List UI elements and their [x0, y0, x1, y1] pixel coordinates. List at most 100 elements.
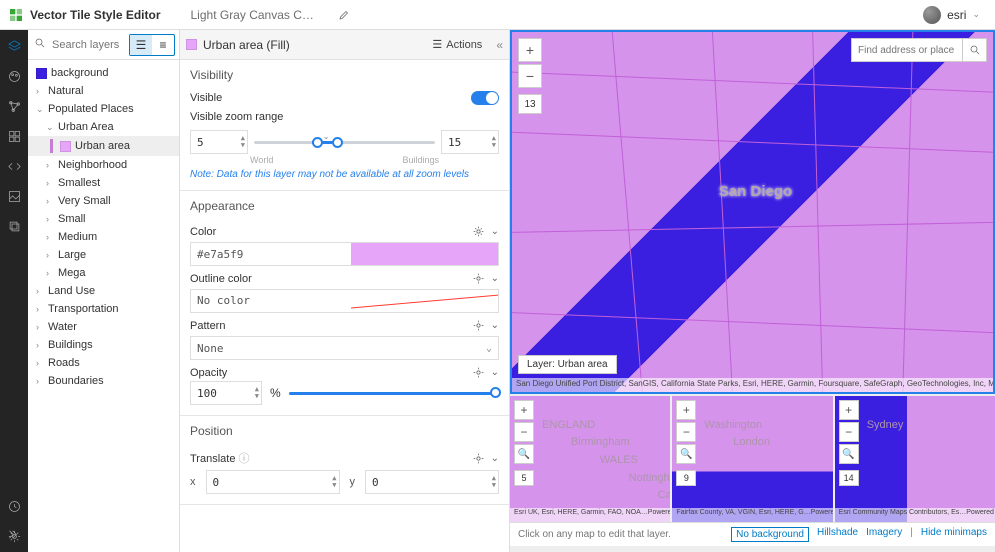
translate-x-input[interactable]: 0▲▼ [206, 470, 340, 494]
zoom-out-button[interactable]: − [518, 64, 542, 88]
layer-item[interactable]: ›Transportation [28, 300, 179, 318]
minimap[interactable]: +−🔍9WashingtonLondonFairfax County, VA, … [672, 396, 832, 522]
layer-item[interactable]: ⌄Urban Area [28, 118, 179, 136]
minimap[interactable]: +−🔍5ENGLANDBirminghamWALESNottinghamCard… [510, 396, 670, 522]
zoom-max-input[interactable]: 15▲▼ [441, 130, 499, 154]
translate-y-input[interactable]: 0▲▼ [365, 470, 499, 494]
search-icon[interactable]: 🔍 [676, 444, 696, 464]
rail-image-icon[interactable] [6, 188, 22, 204]
gear-icon[interactable] [472, 319, 485, 332]
zoom-thumb-min[interactable] [312, 137, 323, 148]
search-icon[interactable]: 🔍 [839, 444, 859, 464]
zoom-in-button[interactable]: + [514, 400, 534, 420]
gear-icon[interactable] [472, 272, 485, 285]
map-search [851, 38, 987, 62]
rail-expand-icon[interactable] [6, 526, 22, 542]
layer-item[interactable]: ›Natural [28, 82, 179, 100]
layer-item[interactable]: ›Water [28, 318, 179, 336]
gear-icon[interactable] [472, 225, 485, 238]
zoom-thumb-max[interactable] [332, 137, 343, 148]
map-main[interactable]: San Diego + − 13 Layer: Urban area San D… [510, 30, 995, 394]
layer-background[interactable]: background [28, 64, 179, 82]
zoom-out-button[interactable]: − [839, 422, 859, 442]
pattern-label: Pattern [190, 320, 225, 332]
rail-history-icon[interactable] [6, 498, 22, 514]
zoom-slider[interactable]: ⌄ [254, 141, 435, 144]
layer-item[interactable]: ›Large [28, 246, 179, 264]
basemap-hillshade[interactable]: Hillshade [817, 527, 858, 542]
translate-label: Translate [190, 453, 235, 465]
search-input[interactable] [52, 39, 125, 51]
pattern-select[interactable]: None ⌄ [190, 336, 499, 360]
chevron-down-icon[interactable]: ⌄ [491, 453, 499, 464]
basemap-none[interactable]: No background [731, 527, 809, 542]
rail-nodes-icon[interactable] [6, 98, 22, 114]
globe-icon [923, 6, 941, 24]
gear-icon[interactable] [472, 452, 485, 465]
zoom-out-button[interactable]: − [514, 422, 534, 442]
footer-hint: Click on any map to edit that layer. [518, 529, 671, 540]
layer-item[interactable]: Urban area [28, 136, 179, 156]
chevron-down-icon[interactable]: ⌄ [491, 320, 499, 331]
zoom-range-label: Visible zoom range [190, 111, 283, 123]
app-logo: Vector Tile Style Editor [8, 7, 161, 23]
rail-grid-icon[interactable] [6, 128, 22, 144]
collapse-icon[interactable]: « [496, 38, 503, 52]
layer-item[interactable]: ›Small [28, 210, 179, 228]
layer-item[interactable]: ›Buildings [28, 336, 179, 354]
user-menu[interactable]: esri ⌄ [916, 3, 987, 27]
layer-item[interactable]: ›Roads [28, 354, 179, 372]
layer-item[interactable]: ›Neighborhood [28, 156, 179, 174]
zoom-in-button[interactable]: + [518, 38, 542, 62]
rail-palette-icon[interactable] [6, 68, 22, 84]
position-title: Position [190, 424, 499, 438]
layer-item[interactable]: ›Medium [28, 228, 179, 246]
layer-item[interactable]: ›Mega [28, 264, 179, 282]
color-input[interactable] [190, 242, 499, 266]
zoom-in-button[interactable]: + [676, 400, 696, 420]
layer-item[interactable]: ›Boundaries [28, 372, 179, 390]
search-icon[interactable]: 🔍 [514, 444, 534, 464]
minimap[interactable]: +−🔍14SydneyEsri Community Maps Contribut… [835, 396, 995, 522]
zoom-out-button[interactable]: − [676, 422, 696, 442]
color-swatch[interactable] [351, 243, 499, 265]
opacity-input[interactable]: 100▲▼ [190, 381, 262, 405]
view-hierarchical-icon[interactable]: ☰ [130, 35, 152, 55]
basemap-imagery[interactable]: Imagery [866, 527, 902, 542]
map-search-input[interactable] [851, 38, 963, 62]
layer-item[interactable]: ⌄Populated Places [28, 100, 179, 118]
chevron-down-icon[interactable]: ⌄ [491, 273, 499, 284]
opacity-thumb[interactable] [490, 387, 501, 398]
zoom-in-button[interactable]: + [839, 400, 859, 420]
view-toggle[interactable]: ☰ ≡ [129, 34, 175, 56]
footer-links: No background Hillshade Imagery | Hide m… [731, 527, 987, 542]
layer-item[interactable]: ›Smallest [28, 174, 179, 192]
visible-toggle[interactable] [471, 91, 499, 105]
zoom-min-input[interactable]: 5▲▼ [190, 130, 248, 154]
rail-code-icon[interactable] [6, 158, 22, 174]
info-icon[interactable]: ⓘ [239, 453, 250, 465]
edit-icon[interactable] [338, 9, 350, 21]
rail-copy-icon[interactable] [6, 218, 22, 234]
layers-list: background›Natural⌄Populated Places⌄Urba… [28, 60, 179, 552]
layer-item[interactable]: ›Very Small [28, 192, 179, 210]
appearance-title: Appearance [190, 199, 499, 213]
properties-panel: Urban area (Fill) ☰ Actions « Visibility… [180, 30, 510, 552]
minimap-row: +−🔍5ENGLANDBirminghamWALESNottinghamCard… [510, 394, 995, 522]
rail-layers-icon[interactable] [6, 38, 22, 54]
opacity-slider[interactable] [289, 392, 499, 395]
gear-icon[interactable] [472, 366, 485, 379]
outline-input[interactable]: No color [190, 289, 499, 313]
zoom-level-badge: 9 [676, 470, 696, 486]
layer-item[interactable]: ›Land Use [28, 282, 179, 300]
outline-swatch[interactable] [351, 290, 499, 312]
map-footer: Click on any map to edit that layer. No … [510, 522, 995, 546]
chevron-down-icon[interactable]: ⌄ [491, 226, 499, 237]
actions-menu[interactable]: ☰ Actions [432, 38, 482, 51]
color-hex-input[interactable] [191, 243, 351, 265]
style-name[interactable]: Light Gray Canvas C… [191, 8, 314, 22]
chevron-down-icon[interactable]: ⌄ [491, 367, 499, 378]
hide-minimaps[interactable]: Hide minimaps [921, 527, 987, 542]
view-flat-icon[interactable]: ≡ [152, 35, 174, 55]
map-search-button[interactable] [963, 38, 987, 62]
